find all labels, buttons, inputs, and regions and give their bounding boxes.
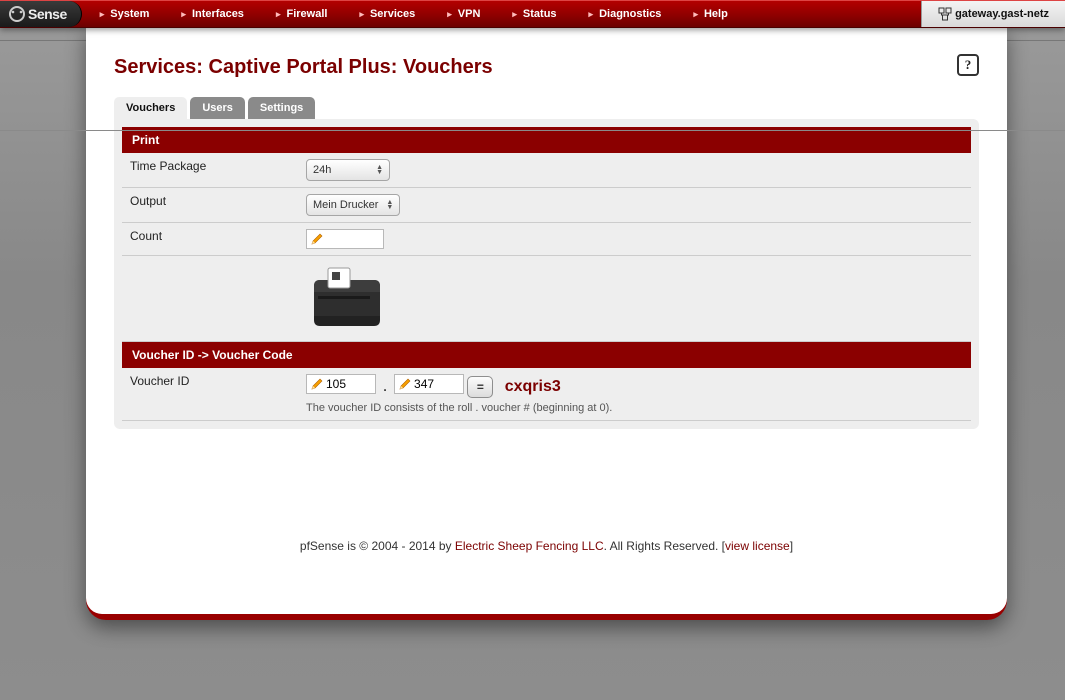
page-content: ? Services: Captive Portal Plus: Voucher… xyxy=(86,26,1007,614)
tab-settings[interactable]: Settings xyxy=(248,97,315,119)
section-print-header: Print xyxy=(122,127,971,153)
nav-diagnostics[interactable]: Diagnostics xyxy=(573,1,678,27)
content-panel: Print Time Package 24h ▲▼ Output xyxy=(114,119,979,429)
output-value: Mein Drucker xyxy=(313,199,378,211)
lookup-form: Voucher ID . = cxqris3 The vo xyxy=(122,368,971,421)
page-frame: ? Services: Captive Portal Plus: Voucher… xyxy=(86,26,1007,620)
count-input[interactable] xyxy=(326,232,380,246)
time-package-select[interactable]: 24h ▲▼ xyxy=(306,159,390,181)
count-label: Count xyxy=(122,223,298,256)
lookup-submit-button[interactable]: = xyxy=(467,376,493,398)
output-label: Output xyxy=(122,188,298,223)
voucher-num-input[interactable] xyxy=(414,377,460,391)
pencil-icon xyxy=(398,377,412,391)
time-package-value: 24h xyxy=(313,164,331,176)
nav-firewall[interactable]: Firewall xyxy=(260,1,344,27)
nav-menu: System Interfaces Firewall Services VPN … xyxy=(84,1,744,27)
count-input-wrap xyxy=(306,229,384,249)
pfsense-icon xyxy=(8,5,26,23)
hostname-badge: gateway.gast-netz xyxy=(921,1,1065,27)
nav-status[interactable]: Status xyxy=(496,1,572,27)
voucher-id-hint: The voucher ID consists of the roll . vo… xyxy=(306,402,963,414)
nav-vpn[interactable]: VPN xyxy=(431,1,496,27)
pfsense-logo: Sense xyxy=(0,1,82,27)
help-icon[interactable]: ? xyxy=(957,54,979,76)
time-package-label: Time Package xyxy=(122,153,298,188)
output-select[interactable]: Mein Drucker ▲▼ xyxy=(306,194,400,216)
nav-system[interactable]: System xyxy=(84,1,166,27)
page-footer: pfSense is © 2004 - 2014 by Electric She… xyxy=(114,539,979,553)
voucher-id-label: Voucher ID xyxy=(122,368,298,421)
logo-text: Sense xyxy=(28,6,67,22)
voucher-code-result: cxqris3 xyxy=(505,378,561,395)
pencil-icon xyxy=(310,377,324,391)
voucher-roll-input[interactable] xyxy=(326,377,372,391)
nav-services[interactable]: Services xyxy=(343,1,431,27)
voucher-id-separator: . xyxy=(383,380,386,394)
tab-users[interactable]: Users xyxy=(190,97,245,119)
select-arrows-icon: ▲▼ xyxy=(386,200,393,210)
nav-interfaces[interactable]: Interfaces xyxy=(165,1,260,27)
tab-bar: Vouchers Users Settings xyxy=(114,97,979,119)
hostname-text: gateway.gast-netz xyxy=(955,8,1049,20)
pencil-icon xyxy=(310,232,324,246)
page-title: Services: Captive Portal Plus: Vouchers xyxy=(114,56,979,79)
footer-license-link[interactable]: view license xyxy=(725,539,790,553)
voucher-num-wrap xyxy=(394,374,464,394)
printer-icon[interactable] xyxy=(306,262,388,332)
section-lookup-header: Voucher ID -> Voucher Code xyxy=(122,342,971,368)
top-navbar: Sense System Interfaces Firewall Service… xyxy=(0,0,1065,28)
print-form: Time Package 24h ▲▼ Output Mein Drucker … xyxy=(122,153,971,342)
footer-vendor-link[interactable]: Electric Sheep Fencing LLC xyxy=(455,539,604,553)
tab-vouchers[interactable]: Vouchers xyxy=(114,97,187,119)
voucher-roll-wrap xyxy=(306,374,376,394)
select-arrows-icon: ▲▼ xyxy=(376,165,383,175)
nav-help[interactable]: Help xyxy=(677,1,743,27)
host-icon xyxy=(938,7,952,21)
